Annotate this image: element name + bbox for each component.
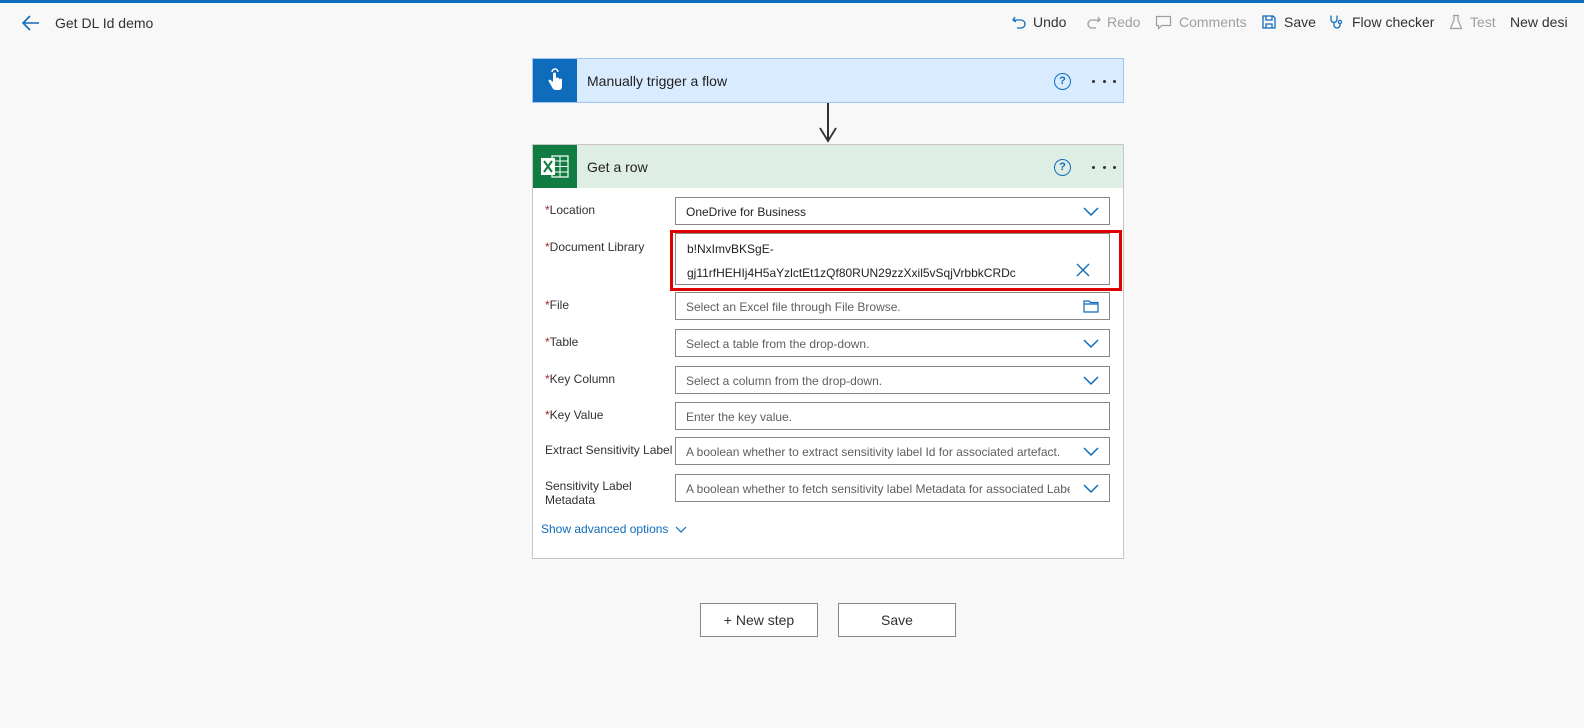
flow-title: Get DL Id demo — [55, 15, 154, 31]
test-label: Test — [1470, 14, 1496, 30]
table-label: *Table — [545, 335, 579, 349]
table-placeholder: Select a table from the drop-down. — [686, 337, 870, 351]
save-command-label: Save — [1284, 14, 1316, 30]
new-designer-toggle[interactable]: New desi — [1510, 14, 1568, 30]
undo-button[interactable]: Undo — [1011, 14, 1066, 30]
trigger-card[interactable]: Manually trigger a flow ? — [532, 58, 1124, 103]
sensitivity-metadata-dropdown[interactable]: A boolean whether to fetch sensitivity l… — [675, 474, 1110, 502]
trigger-tile — [533, 59, 577, 102]
chevron-down-icon — [675, 526, 687, 533]
comments-button[interactable]: Comments — [1155, 14, 1247, 30]
key-column-label: *Key Column — [545, 372, 616, 386]
show-advanced-options-label: Show advanced options — [541, 522, 669, 536]
new-designer-label: New desi — [1510, 14, 1568, 30]
flask-icon — [1449, 14, 1463, 30]
extract-sensitivity-dropdown[interactable]: A boolean whether to extract sensitivity… — [675, 437, 1110, 465]
flow-checker-label: Flow checker — [1352, 14, 1435, 30]
new-step-button[interactable]: + New step — [700, 603, 818, 637]
key-column-dropdown[interactable]: Select a column from the drop-down. — [675, 366, 1110, 394]
chevron-down-icon — [1083, 339, 1099, 349]
comment-icon — [1155, 15, 1172, 30]
location-dropdown[interactable]: OneDrive for Business — [675, 197, 1110, 225]
comments-label: Comments — [1179, 14, 1247, 30]
arrow-down-icon — [819, 127, 837, 143]
location-value: OneDrive for Business — [686, 205, 807, 219]
document-library-field[interactable]: b!NxImvBKSgE- gj11rfHEHIj4H5aYzlctEt1zQf… — [675, 233, 1110, 285]
excel-icon — [541, 155, 569, 178]
chevron-down-icon — [1083, 447, 1099, 457]
folder-icon[interactable] — [1083, 299, 1099, 313]
file-label: *File — [545, 298, 570, 312]
key-value-placeholder: Enter the key value. — [686, 410, 793, 424]
sensitivity-metadata-placeholder: A boolean whether to fetch sensitivity l… — [686, 482, 1070, 496]
action-title: Get a row — [587, 159, 648, 175]
file-placeholder: Select an Excel file through File Browse… — [686, 300, 901, 314]
close-icon[interactable] — [1076, 263, 1090, 277]
help-icon[interactable]: ? — [1054, 159, 1071, 176]
more-icon[interactable] — [1092, 76, 1116, 86]
save-command-button[interactable]: Save — [1261, 14, 1316, 30]
back-arrow-icon — [21, 15, 39, 31]
document-library-label: *Document Library — [545, 240, 645, 254]
show-advanced-options-link[interactable]: Show advanced options — [541, 522, 687, 536]
table-dropdown[interactable]: Select a table from the drop-down. — [675, 329, 1110, 357]
key-column-placeholder: Select a column from the drop-down. — [686, 374, 883, 388]
chevron-down-icon — [1083, 376, 1099, 386]
trigger-title: Manually trigger a flow — [587, 73, 728, 89]
redo-label: Redo — [1107, 14, 1141, 30]
file-input[interactable]: Select an Excel file through File Browse… — [675, 292, 1110, 320]
action-header[interactable]: Get a row ? — [533, 145, 1123, 188]
save-button[interactable]: Save — [838, 603, 956, 637]
undo-label: Undo — [1033, 14, 1067, 30]
document-library-value-line1: b!NxImvBKSgE- — [687, 242, 774, 256]
test-button[interactable]: Test — [1449, 14, 1496, 30]
location-label: *Location — [545, 203, 596, 217]
save-icon — [1262, 15, 1276, 29]
command-bar: Get DL Id demo Undo Redo Comments Save F… — [0, 3, 1584, 42]
extract-sensitivity-label: Extract Sensitivity Label — [545, 443, 673, 457]
touch-icon — [548, 67, 562, 90]
document-library-value-line2: gj11rfHEHIj4H5aYzlctEt1zQf80RUN29zzXxil5… — [687, 266, 1016, 280]
back-button[interactable] — [20, 12, 42, 34]
redo-button[interactable]: Redo — [1086, 14, 1140, 30]
key-value-input[interactable]: Enter the key value. — [675, 402, 1110, 430]
stethoscope-icon — [1330, 15, 1343, 29]
key-value-label: *Key Value — [545, 408, 604, 422]
redo-icon — [1087, 16, 1101, 29]
flow-checker-button[interactable]: Flow checker — [1328, 14, 1434, 30]
excel-tile — [533, 145, 577, 188]
more-icon[interactable] — [1092, 162, 1116, 172]
help-icon[interactable]: ? — [1054, 73, 1071, 90]
undo-icon — [1012, 16, 1026, 29]
chevron-down-icon — [1083, 484, 1099, 494]
sensitivity-metadata-label: Sensitivity Label Metadata — [545, 479, 632, 507]
chevron-down-icon — [1083, 207, 1099, 217]
extract-sensitivity-placeholder: A boolean whether to extract sensitivity… — [686, 445, 1061, 459]
